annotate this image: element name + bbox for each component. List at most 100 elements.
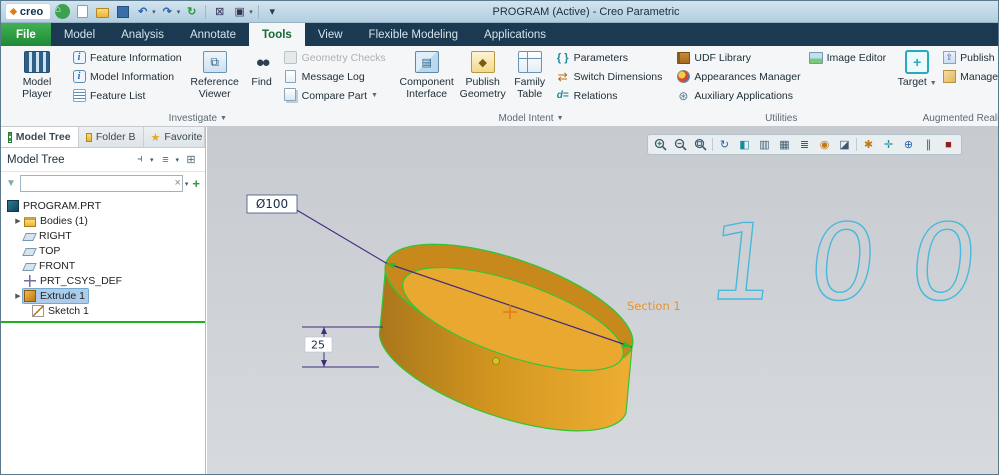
tab-model[interactable]: Model xyxy=(51,23,108,46)
bodies-expander-icon[interactable]: ▶ xyxy=(13,217,23,225)
auxiliary-applications-button[interactable]: ⊛ Auxiliary Applications xyxy=(672,86,804,105)
compare-part-button[interactable]: Compare Part ▼ xyxy=(280,86,390,105)
publish-model-icon: ⇧ xyxy=(942,51,956,64)
investigate-overflow-icon: ▼ xyxy=(220,115,227,122)
tab-annotate[interactable]: Annotate xyxy=(177,23,249,46)
image-editor-button[interactable]: Image Editor xyxy=(805,48,891,67)
model-tree-title: Model Tree xyxy=(7,153,65,166)
model-information-button[interactable]: i Model Information xyxy=(68,67,186,86)
model-intent-overflow-icon: ▼ xyxy=(556,115,564,122)
datum-point[interactable] xyxy=(492,357,500,365)
investigate-group-label[interactable]: Investigate ▼ xyxy=(6,111,390,126)
udf-library-button[interactable]: UDF Library xyxy=(672,48,804,67)
tab-flexible-modeling[interactable]: Flexible Modeling xyxy=(356,23,472,46)
filter-dropdown-icon[interactable]: ▾ xyxy=(185,180,189,188)
close-window-button[interactable]: ⊠ xyxy=(211,3,228,20)
message-log-button[interactable]: Message Log xyxy=(280,67,390,86)
switch-dimensions-button[interactable]: ⇄ Switch Dimensions xyxy=(552,67,667,86)
tree-display-options-button[interactable]: ⫞ xyxy=(132,152,148,168)
tree-row-top[interactable]: TOP xyxy=(1,243,205,258)
diameter-dimension-text[interactable]: Ø100 xyxy=(256,197,288,211)
windows-dropdown[interactable]: ▾ xyxy=(249,8,253,16)
favorites-tab-icon: ★ xyxy=(150,131,161,144)
reference-viewer-icon: ⧉ xyxy=(202,51,227,73)
tree-row-front[interactable]: FRONT xyxy=(1,258,205,273)
model-player-button[interactable]: Model Player xyxy=(6,47,68,101)
customize-qat-button[interactable]: ▾ xyxy=(264,3,281,20)
geometry-checks-button[interactable]: Geometry Checks xyxy=(280,48,390,67)
tree-row-program-prt[interactable]: PROGRAM.PRT xyxy=(1,198,205,213)
tab-view[interactable]: View xyxy=(305,23,356,46)
windows-button[interactable]: ▣ xyxy=(231,3,248,20)
tab-applications[interactable]: Applications xyxy=(471,23,559,46)
coordinate-system-icon xyxy=(24,274,36,287)
parameters-button[interactable]: { } Parameters xyxy=(552,48,667,67)
publish-geometry-button[interactable]: ◆ Publish Geometry xyxy=(458,47,508,101)
graphics-viewport[interactable]: ↻ ◧ ▥ ▦ ≣ ◉ ◪ ✱ ✛ ⊕ ∥ ■ 100 Ø100 25 Sect… xyxy=(207,127,998,474)
compare-part-icon xyxy=(283,88,296,101)
tree-row-bodies[interactable]: ▶ Bodies (1) xyxy=(1,213,205,228)
model-3d-view[interactable]: 100 Ø100 25 Section 1 xyxy=(207,127,998,474)
tab-favorites[interactable]: ★ Favorite xyxy=(144,127,205,147)
target-button[interactable]: + Target ▼ xyxy=(896,47,938,89)
bodies-folder-icon xyxy=(24,216,36,227)
publish-model-button[interactable]: ⇧ Publish Model xyxy=(938,48,998,67)
datum-plane-icon xyxy=(22,247,37,256)
watermark-100: 100 xyxy=(702,201,998,324)
feature-list-icon xyxy=(72,89,86,102)
reference-viewer-button[interactable]: ⧉ Reference Viewer xyxy=(186,47,244,101)
tree-filter-input[interactable] xyxy=(19,175,183,192)
model-intent-group-label[interactable]: Model Intent ▼ xyxy=(396,111,667,126)
undo-button[interactable]: ↶ xyxy=(134,3,151,20)
relations-button[interactable]: d= Relations xyxy=(552,86,667,105)
filter-clear-icon[interactable]: × xyxy=(174,176,180,191)
augmented-reality-group: + Target ▼ ⇧ Publish Model Manage Model … xyxy=(893,46,998,126)
insert-here-indicator[interactable] xyxy=(1,321,205,323)
creo-parametric-window: ◆ creo ⌂ ↶ ▾ ↷ ▾ ↻ ⊠ ▣ ▾ ▾ PROGRAM (Active)… xyxy=(0,0,999,475)
tab-tools[interactable]: Tools xyxy=(249,23,305,46)
depth-dimension-text[interactable]: 25 xyxy=(311,339,325,352)
new-button[interactable] xyxy=(74,3,91,20)
undo-dropdown[interactable]: ▾ xyxy=(152,8,156,16)
tree-columns-button[interactable]: ⊞ xyxy=(183,152,199,168)
filter-add-button[interactable]: + xyxy=(192,176,200,191)
creo-logo: ◆ creo xyxy=(5,3,52,20)
tree-settings-button[interactable]: ≡ xyxy=(157,152,173,168)
filter-funnel-icon: ▼ xyxy=(6,178,16,189)
tree-row-sketch-1[interactable]: Sketch 1 xyxy=(1,303,205,318)
tree-row-csys[interactable]: PRT_CSYS_DEF xyxy=(1,273,205,288)
regenerate-button[interactable]: ↻ xyxy=(183,3,200,20)
save-button[interactable] xyxy=(114,3,131,20)
redo-button[interactable]: ↷ xyxy=(159,3,176,20)
family-table-icon xyxy=(517,51,542,73)
manage-model-button[interactable]: Manage Model xyxy=(938,67,998,86)
section-label[interactable]: Section 1 xyxy=(627,299,681,313)
diameter-leader-line xyxy=(294,208,387,264)
family-table-button[interactable]: Family Table xyxy=(508,47,552,101)
part-icon xyxy=(7,199,19,212)
tree-settings-dropdown-icon[interactable]: ▾ xyxy=(175,156,179,164)
feature-information-button[interactable]: i Feature Information xyxy=(68,48,186,67)
folder-browser-tab-icon xyxy=(85,132,92,142)
open-button[interactable] xyxy=(94,3,111,20)
feature-list-button[interactable]: Feature List xyxy=(68,86,186,105)
component-interface-button[interactable]: ▤ Component Interface xyxy=(396,47,458,101)
tab-file[interactable]: File xyxy=(1,23,51,46)
manage-model-icon xyxy=(942,70,956,83)
tree-row-extrude-1[interactable]: ▶ Extrude 1 xyxy=(1,287,205,304)
tab-analysis[interactable]: Analysis xyxy=(108,23,177,46)
datum-plane-icon xyxy=(22,262,37,271)
extrude-expander-icon[interactable]: ▶ xyxy=(13,292,23,300)
model-tree-header: Model Tree ⫞ ▾ ≡ ▾ ⊞ xyxy=(1,148,205,172)
tree-row-right[interactable]: RIGHT xyxy=(1,228,205,243)
compare-part-dropdown-icon: ▼ xyxy=(371,92,378,99)
ar-target-icon: + xyxy=(905,50,930,74)
tab-folder-browser[interactable]: Folder B xyxy=(79,127,144,147)
tab-model-tree[interactable]: Model Tree xyxy=(1,127,79,147)
appearances-manager-button[interactable]: Appearances Manager xyxy=(672,67,804,86)
find-button[interactable]: ●● Find xyxy=(244,47,280,89)
redo-dropdown[interactable]: ▾ xyxy=(177,8,181,16)
tree-display-dropdown-icon[interactable]: ▾ xyxy=(150,156,154,164)
title-bar: ◆ creo ⌂ ↶ ▾ ↷ ▾ ↻ ⊠ ▣ ▾ ▾ PROGRAM (Active)… xyxy=(1,1,998,23)
home-button[interactable]: ⌂ xyxy=(54,3,71,20)
